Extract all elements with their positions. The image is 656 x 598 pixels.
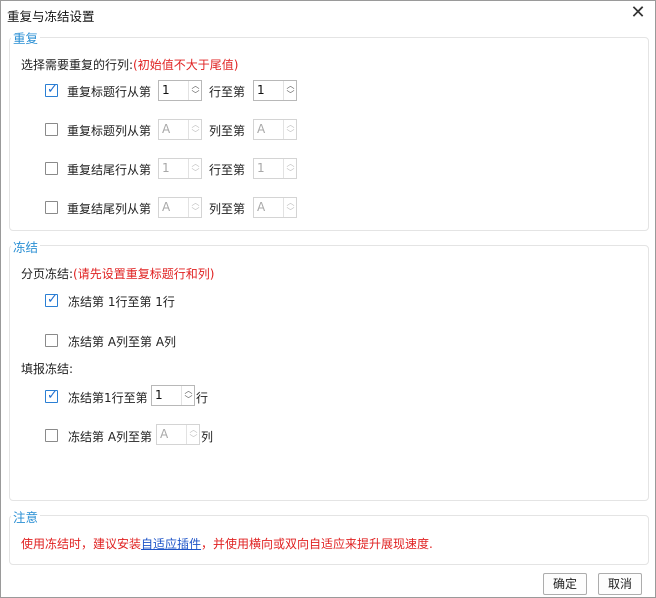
- fill-freeze-cols-value: A: [160, 427, 169, 441]
- ok-button[interactable]: 确定: [543, 573, 587, 595]
- chevron-up-icon[interactable]: ︿: [284, 198, 297, 207]
- repeat-title-rows-from-value: 1: [162, 83, 170, 97]
- chevron-down-icon[interactable]: ﹀: [284, 168, 297, 177]
- chevron-down-icon[interactable]: ﹀: [284, 90, 297, 99]
- repeat-title-cols-to-value: A: [257, 122, 266, 136]
- stepper-arrows: ︿ ﹀: [283, 198, 296, 217]
- freeze-section-title: 冻结: [11, 237, 41, 256]
- chevron-down-icon[interactable]: ﹀: [187, 434, 200, 443]
- adaptive-plugin-link[interactable]: 自适应插件: [141, 537, 201, 551]
- stepper-arrows: ︿ ﹀: [188, 159, 201, 178]
- repeat-end-cols-checkbox[interactable]: [45, 201, 58, 214]
- stepper-arrows: ︿ ﹀: [283, 159, 296, 178]
- paging-freeze-rows-checkbox[interactable]: ✓: [45, 292, 58, 307]
- chevron-down-icon[interactable]: ﹀: [189, 168, 202, 177]
- cancel-button[interactable]: 取消: [598, 573, 642, 595]
- chevron-up-icon[interactable]: ︿: [284, 159, 297, 168]
- repeat-end-rows-to-value: 1: [257, 161, 265, 175]
- stepper-arrows: ︿ ﹀: [188, 198, 201, 217]
- chevron-up-icon[interactable]: ︿: [189, 198, 202, 207]
- chevron-down-icon[interactable]: ﹀: [189, 129, 202, 138]
- repeat-end-cols-from-stepper[interactable]: A ︿ ﹀: [158, 197, 202, 218]
- repeat-end-rows-to-stepper[interactable]: 1 ︿ ﹀: [253, 158, 297, 179]
- repeat-title-cols-mid-label: 列至第: [209, 124, 246, 138]
- note-text-before: 使用冻结时，建议安装: [21, 537, 142, 551]
- chevron-down-icon[interactable]: ﹀: [189, 90, 202, 99]
- repeat-title-cols-label: 重复标题列从第: [67, 124, 152, 138]
- repeat-prompt-label: 选择需要重复的行列:: [21, 58, 134, 72]
- repeat-end-cols-to-stepper[interactable]: A ︿ ﹀: [253, 197, 297, 218]
- repeat-end-cols-label: 重复结尾列从第: [67, 202, 152, 216]
- stepper-arrows: ︿ ﹀: [186, 425, 199, 444]
- fill-freeze-rows-suffix: 行: [196, 391, 209, 405]
- repeat-title-cols-from-stepper[interactable]: A ︿ ﹀: [158, 119, 202, 140]
- repeat-end-cols-from-value: A: [162, 200, 171, 214]
- repeat-end-rows-label: 重复结尾行从第: [67, 163, 152, 177]
- repeat-end-rows-from-stepper[interactable]: 1 ︿ ﹀: [158, 158, 202, 179]
- paging-freeze-hint: (请先设置重复标题行和列): [73, 267, 215, 281]
- stepper-arrows: ︿ ﹀: [181, 386, 194, 405]
- repeat-end-rows-mid-label: 行至第: [209, 163, 246, 177]
- repeat-title-cols-from-value: A: [162, 122, 171, 136]
- repeat-end-rows-checkbox[interactable]: [45, 162, 58, 175]
- fill-freeze-rows-value: 1: [155, 388, 163, 402]
- paging-freeze-cols-checkbox[interactable]: [45, 334, 58, 347]
- repeat-title-rows-to-stepper[interactable]: 1 ︿ ﹀: [253, 80, 297, 101]
- stepper-arrows: ︿ ﹀: [188, 81, 201, 100]
- chevron-up-icon[interactable]: ︿: [187, 425, 200, 434]
- fill-freeze-rows-label: 冻结第1行至第: [68, 391, 148, 405]
- note-text-after: ，并使用横向或双向自适应来提升展现速度.: [201, 537, 433, 551]
- stepper-arrows: ︿ ﹀: [283, 81, 296, 100]
- chevron-up-icon[interactable]: ︿: [189, 159, 202, 168]
- repeat-title-rows-checkbox[interactable]: ✓: [45, 82, 58, 97]
- chevron-up-icon[interactable]: ︿: [189, 81, 202, 90]
- check-icon: ✓: [47, 388, 58, 403]
- window-title: 重复与冻结设置: [7, 9, 95, 24]
- check-icon: ✓: [47, 82, 58, 97]
- chevron-down-icon[interactable]: ﹀: [182, 395, 195, 404]
- chevron-down-icon[interactable]: ﹀: [284, 207, 297, 216]
- repeat-title-rows-label: 重复标题行从第: [67, 85, 152, 99]
- repeat-freeze-dialog: 重复与冻结设置 ✕ 重复 选择需要重复的行列:(初始值不大于尾值) ✓ 重复标题…: [0, 0, 656, 598]
- paging-freeze-label: 分页冻结:: [21, 267, 74, 281]
- chevron-down-icon[interactable]: ﹀: [284, 129, 297, 138]
- check-icon: ✓: [47, 292, 58, 307]
- repeat-prompt-hint: (初始值不大于尾值): [133, 58, 239, 72]
- fill-freeze-rows-checkbox[interactable]: ✓: [45, 388, 58, 403]
- chevron-up-icon[interactable]: ︿: [189, 120, 202, 129]
- chevron-up-icon[interactable]: ︿: [182, 386, 195, 395]
- repeat-title-rows-to-value: 1: [257, 83, 265, 97]
- paging-freeze-rows-label: 冻结第 1行至第 1行: [68, 295, 175, 309]
- fill-freeze-cols-stepper[interactable]: A ︿ ﹀: [156, 424, 200, 445]
- repeat-title-rows-mid-label: 行至第: [209, 85, 246, 99]
- fill-freeze-cols-checkbox[interactable]: [45, 429, 58, 442]
- chevron-down-icon[interactable]: ﹀: [189, 207, 202, 216]
- fill-freeze-rows-stepper[interactable]: 1 ︿ ﹀: [151, 385, 195, 406]
- freeze-section: [9, 245, 649, 501]
- close-icon[interactable]: ✕: [629, 3, 647, 23]
- paging-freeze-heading: 分页冻结:(请先设置重复标题行和列): [21, 265, 214, 282]
- fill-freeze-label: 填报冻结:: [21, 362, 74, 376]
- chevron-up-icon[interactable]: ︿: [284, 81, 297, 90]
- repeat-end-cols-to-value: A: [257, 200, 266, 214]
- stepper-arrows: ︿ ﹀: [188, 120, 201, 139]
- fill-freeze-cols-label: 冻结第 A列至第: [68, 430, 153, 444]
- repeat-end-rows-from-value: 1: [162, 161, 170, 175]
- title-bar: 重复与冻结设置 ✕: [1, 1, 655, 27]
- note-section-title: 注意: [11, 507, 41, 526]
- paging-freeze-cols-label: 冻结第 A列至第 A列: [68, 335, 177, 349]
- repeat-title-cols-to-stepper[interactable]: A ︿ ﹀: [253, 119, 297, 140]
- chevron-up-icon[interactable]: ︿: [284, 120, 297, 129]
- note-text: 使用冻结时，建议安装自适应插件，并使用横向或双向自适应来提升展现速度.: [21, 535, 433, 552]
- repeat-section-title: 重复: [11, 28, 41, 47]
- fill-freeze-cols-suffix: 列: [201, 430, 214, 444]
- repeat-title-rows-from-stepper[interactable]: 1 ︿ ﹀: [158, 80, 202, 101]
- repeat-end-cols-mid-label: 列至第: [209, 202, 246, 216]
- stepper-arrows: ︿ ﹀: [283, 120, 296, 139]
- repeat-title-cols-checkbox[interactable]: [45, 123, 58, 136]
- repeat-prompt: 选择需要重复的行列:(初始值不大于尾值): [21, 56, 238, 73]
